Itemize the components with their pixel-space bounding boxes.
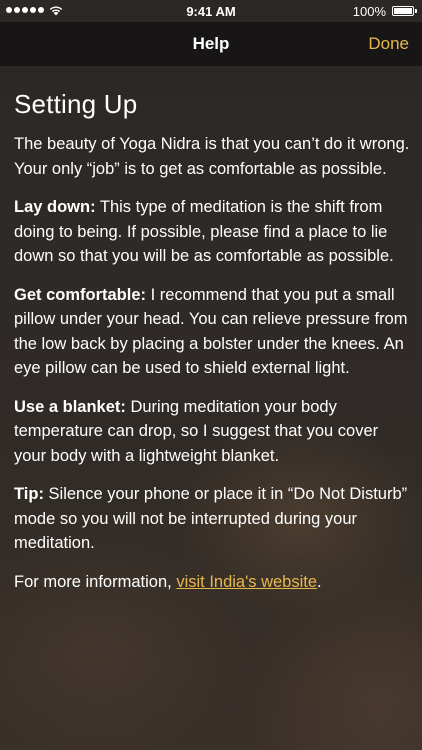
more-info-suffix: .: [317, 572, 322, 591]
navigation-bar: Help Done: [0, 22, 422, 66]
battery-percentage: 100%: [352, 4, 386, 19]
battery-tip: [415, 9, 417, 13]
section-lay-down: Lay down: This type of meditation is the…: [14, 195, 410, 269]
section-use-blanket: Use a blanket: During meditation your bo…: [14, 395, 410, 469]
section-tip: Tip: Silence your phone or place it in “…: [14, 482, 410, 556]
page-heading: Setting Up: [14, 89, 138, 119]
section-get-comfortable: Get comfortable: I recommend that you pu…: [14, 283, 410, 381]
nav-title: Help: [192, 34, 230, 53]
website-link[interactable]: visit India's website: [176, 573, 317, 591]
more-info-prefix: For more information,: [14, 572, 177, 591]
battery-fill: [394, 8, 412, 14]
section-label: Use a blanket:: [14, 397, 126, 416]
help-content[interactable]: Setting Up The beauty of Yoga Nidra is t…: [14, 66, 410, 750]
status-bar: 9:41 AM 100%: [0, 0, 422, 22]
intro-paragraph: The beauty of Yoga Nidra is that you can…: [14, 135, 410, 178]
section-label: Tip:: [14, 485, 44, 503]
section-label: Lay down:: [14, 198, 96, 216]
section-label: Get comfortable:: [14, 285, 147, 304]
section-text: Silence your phone or place it in “Do No…: [14, 485, 408, 552]
battery-icon: [392, 6, 414, 16]
done-button[interactable]: Done: [368, 34, 409, 54]
more-info-paragraph: For more information, visit India's webs…: [14, 570, 410, 595]
